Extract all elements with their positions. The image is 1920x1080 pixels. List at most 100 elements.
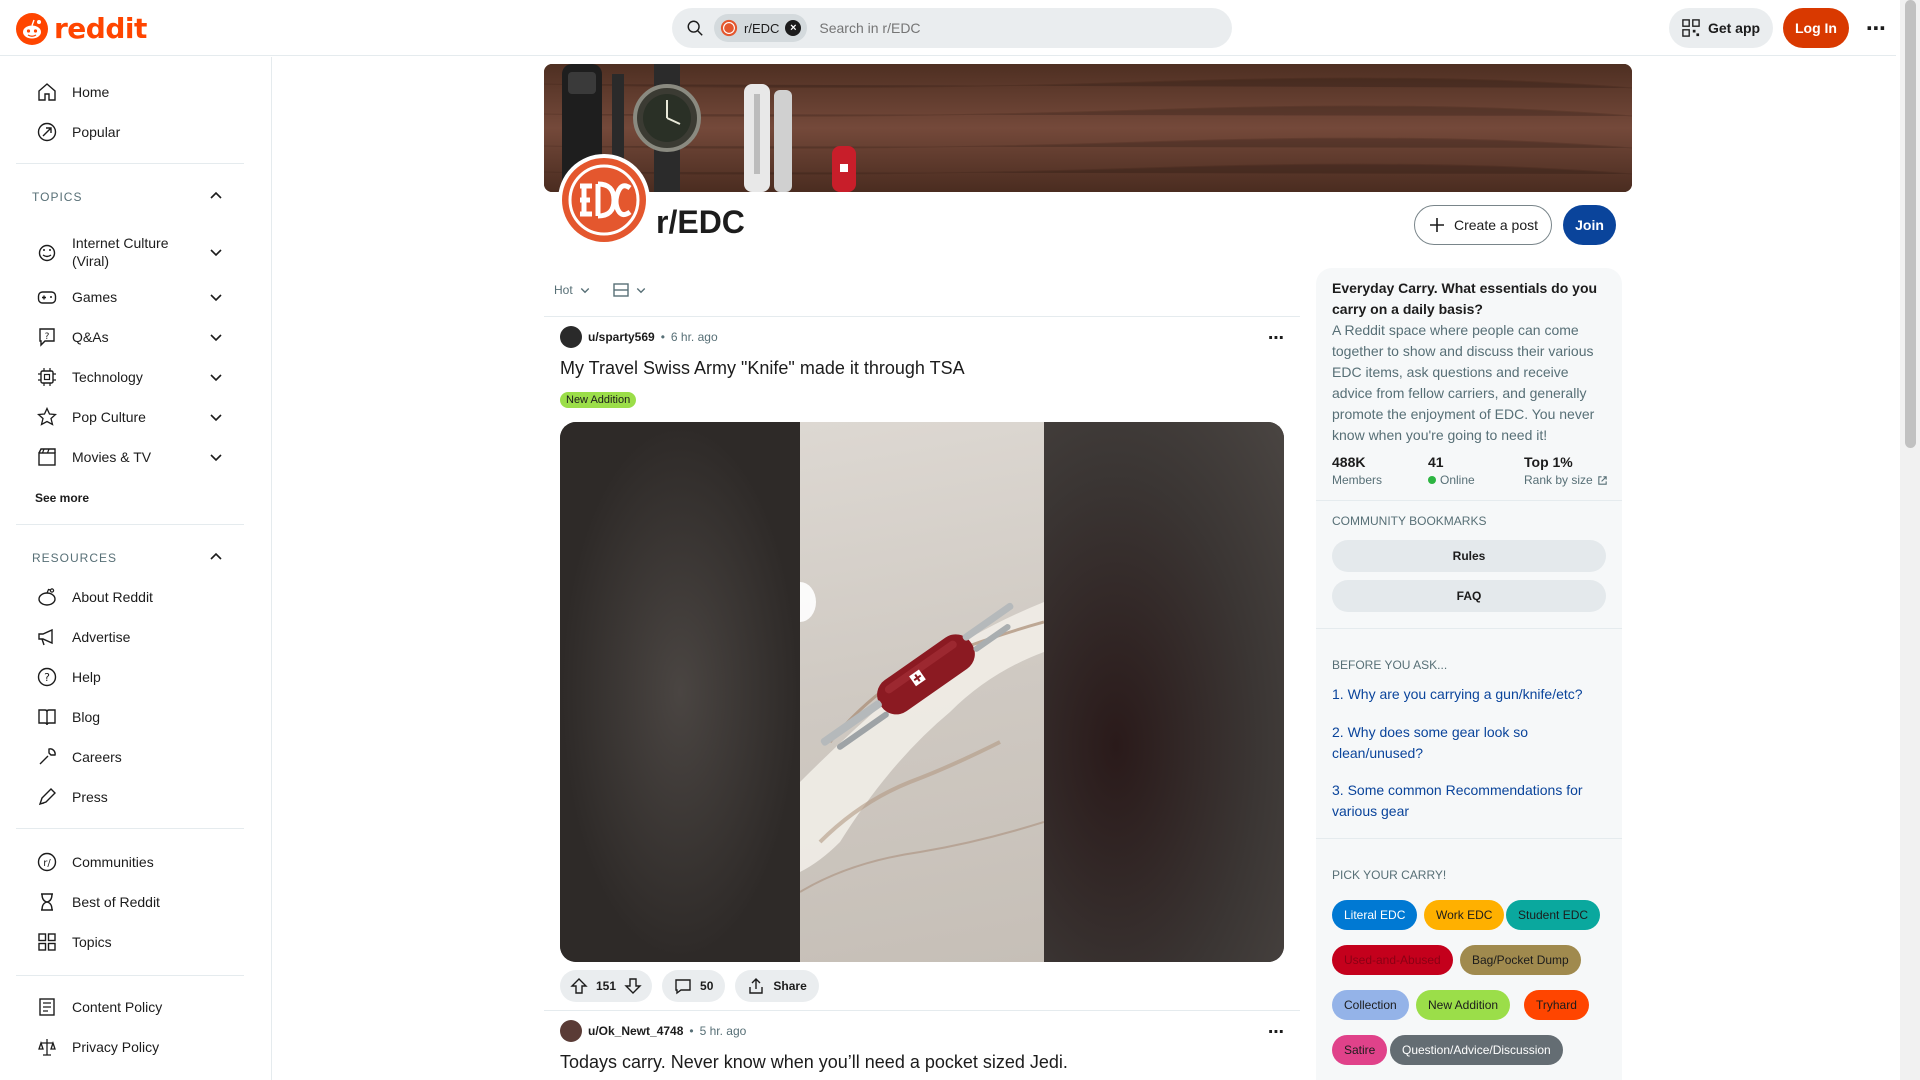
- community-avatar-icon: [720, 19, 738, 37]
- comments-button[interactable]: 50: [662, 970, 726, 1002]
- sidebar-item-label: Content Policy: [72, 999, 163, 1015]
- upvote-icon[interactable]: [570, 977, 588, 995]
- sidebar-item-help[interactable]: ? Help: [16, 657, 244, 697]
- sidebar-divider: [16, 163, 244, 164]
- join-button[interactable]: Join: [1563, 205, 1616, 245]
- rules-bookmark-button[interactable]: Rules: [1332, 540, 1606, 572]
- reddit-logo[interactable]: reddit: [16, 12, 147, 45]
- chevron-down-icon[interactable]: [208, 329, 224, 345]
- flair-question-advice[interactable]: Question/Advice/Discussion: [1390, 1035, 1563, 1065]
- sidebar-item-popular[interactable]: Popular: [16, 112, 244, 152]
- sidebar-item-games[interactable]: Games: [16, 277, 244, 317]
- flair-bag-pocket-dump[interactable]: Bag/Pocket Dump: [1460, 945, 1581, 975]
- flair-tryhard[interactable]: Tryhard: [1524, 990, 1589, 1020]
- post-flair[interactable]: New Addition: [560, 392, 637, 408]
- feed-divider: [544, 316, 1300, 317]
- faq-link-3[interactable]: 3. Some common Recommendations for vario…: [1332, 780, 1608, 822]
- view-layout-icon[interactable]: [612, 282, 629, 298]
- flair-work-edc[interactable]: Work EDC: [1424, 900, 1505, 930]
- topics-section-title: TOPICS: [32, 190, 83, 204]
- sidebar-item-label: About Reddit: [72, 589, 153, 605]
- post-more-options-icon[interactable]: ⋯: [1264, 1020, 1288, 1044]
- share-button[interactable]: Share: [735, 970, 819, 1002]
- flair-used-and-abused[interactable]: Used-and-Abused: [1332, 945, 1453, 975]
- post-author[interactable]: u/Ok_Newt_4748: [588, 1024, 683, 1038]
- post-image[interactable]: [560, 422, 1284, 962]
- chevron-up-icon[interactable]: [208, 549, 224, 565]
- sidebar-item-movies-tv[interactable]: Movies & TV: [16, 437, 244, 477]
- flair-literal-edc[interactable]: Literal EDC: [1332, 900, 1418, 930]
- top-header: reddit r/EDC × Get app Log In ⋯: [0, 0, 1896, 56]
- post-separator-dot: •: [689, 1024, 694, 1038]
- chevron-down-icon[interactable]: [579, 284, 591, 296]
- sidebar-item-label: Advertise: [72, 629, 131, 645]
- post-title[interactable]: Todays carry. Never know when you’ll nee…: [560, 1052, 1068, 1073]
- post-title[interactable]: My Travel Swiss Army "Knife" made it thr…: [560, 358, 965, 379]
- plus-icon: [1429, 218, 1444, 232]
- vote-count: 151: [596, 979, 617, 993]
- sidebar-item-advertise[interactable]: Advertise: [16, 617, 244, 657]
- svg-text:?: ?: [45, 332, 50, 342]
- community-banner: [544, 64, 1632, 192]
- chevron-down-icon[interactable]: [208, 244, 224, 260]
- post-author[interactable]: u/sparty569: [588, 330, 655, 344]
- sidebar-item-communities[interactable]: r/ Communities: [16, 842, 244, 882]
- chevron-down-icon[interactable]: [208, 369, 224, 385]
- sort-dropdown[interactable]: Hot: [554, 283, 573, 297]
- avatar[interactable]: [560, 326, 582, 348]
- sidebar-item-blog[interactable]: Blog: [16, 697, 244, 737]
- sidebar-item-pop-culture[interactable]: Pop Culture: [16, 397, 244, 437]
- search-input[interactable]: [819, 20, 1160, 36]
- comment-count: 50: [700, 979, 714, 993]
- flair-new-addition[interactable]: New Addition: [1416, 990, 1511, 1020]
- faq-link-1[interactable]: 1. Why are you carrying a gun/knife/etc?: [1332, 684, 1608, 705]
- community-avatar[interactable]: [558, 154, 650, 246]
- sidebar-item-press[interactable]: Press: [16, 777, 244, 817]
- faq-bookmark-button[interactable]: FAQ: [1332, 580, 1606, 612]
- chevron-up-icon[interactable]: [208, 188, 224, 204]
- see-more-link[interactable]: See more: [35, 491, 89, 505]
- vote-control: 151: [560, 970, 653, 1002]
- sidebar-item-home[interactable]: Home: [16, 72, 244, 112]
- post-photo: [800, 422, 1044, 962]
- sidebar-item-label: Movies & TV: [72, 449, 152, 465]
- more-options-icon[interactable]: ⋯: [1862, 12, 1890, 44]
- community-info-panel: Everyday Carry. What essentials do you c…: [1316, 268, 1622, 1080]
- sidebar-item-about-reddit[interactable]: About Reddit: [16, 577, 244, 617]
- sidebar-item-best-of-reddit[interactable]: Best of Reddit: [16, 882, 244, 922]
- blog-icon: [36, 706, 58, 728]
- sidebar-item-privacy-policy[interactable]: Privacy Policy: [16, 1027, 244, 1067]
- login-button[interactable]: Log In: [1783, 8, 1849, 48]
- external-link-icon[interactable]: [1597, 475, 1608, 486]
- sidebar-item-content-policy[interactable]: Content Policy: [16, 987, 244, 1027]
- sidebar-item-internet-culture[interactable]: Internet Culture (Viral): [16, 227, 244, 277]
- sidebar-item-technology[interactable]: Technology: [16, 357, 244, 397]
- chip-close-icon[interactable]: ×: [785, 20, 802, 36]
- create-post-button[interactable]: Create a post: [1414, 205, 1552, 245]
- best-of-icon: [36, 891, 58, 913]
- flair-satire[interactable]: Satire: [1332, 1035, 1388, 1065]
- post-separator-dot: •: [660, 330, 665, 344]
- chevron-down-icon[interactable]: [635, 284, 647, 296]
- downvote-icon[interactable]: [624, 977, 642, 995]
- sidebar-item-careers[interactable]: Careers: [16, 737, 244, 777]
- sidebar-item-label: Games: [72, 289, 118, 305]
- post-more-options-icon[interactable]: ⋯: [1264, 326, 1288, 350]
- avatar[interactable]: [560, 1020, 582, 1042]
- scrollbar-thumb[interactable]: [1905, 0, 1916, 448]
- chevron-down-icon[interactable]: [208, 449, 224, 465]
- search-bar[interactable]: r/EDC ×: [672, 8, 1232, 48]
- search-community-chip[interactable]: r/EDC ×: [714, 14, 808, 42]
- chevron-down-icon[interactable]: [208, 409, 224, 425]
- image-blur-left: [560, 422, 800, 962]
- sidebar-item-topics[interactable]: Topics: [16, 922, 244, 962]
- sidebar-item-qas[interactable]: ? Q&As: [16, 317, 244, 357]
- games-icon: [36, 286, 58, 308]
- chevron-down-icon[interactable]: [208, 289, 224, 305]
- flair-collection[interactable]: Collection: [1332, 990, 1409, 1020]
- flair-student-edc[interactable]: Student EDC: [1506, 900, 1601, 930]
- banner-image: [544, 64, 1632, 192]
- faq-link-2[interactable]: 2. Why does some gear look so clean/unus…: [1332, 722, 1608, 764]
- reddit-snoo-icon: [16, 12, 48, 45]
- get-app-button[interactable]: Get app: [1669, 8, 1773, 48]
